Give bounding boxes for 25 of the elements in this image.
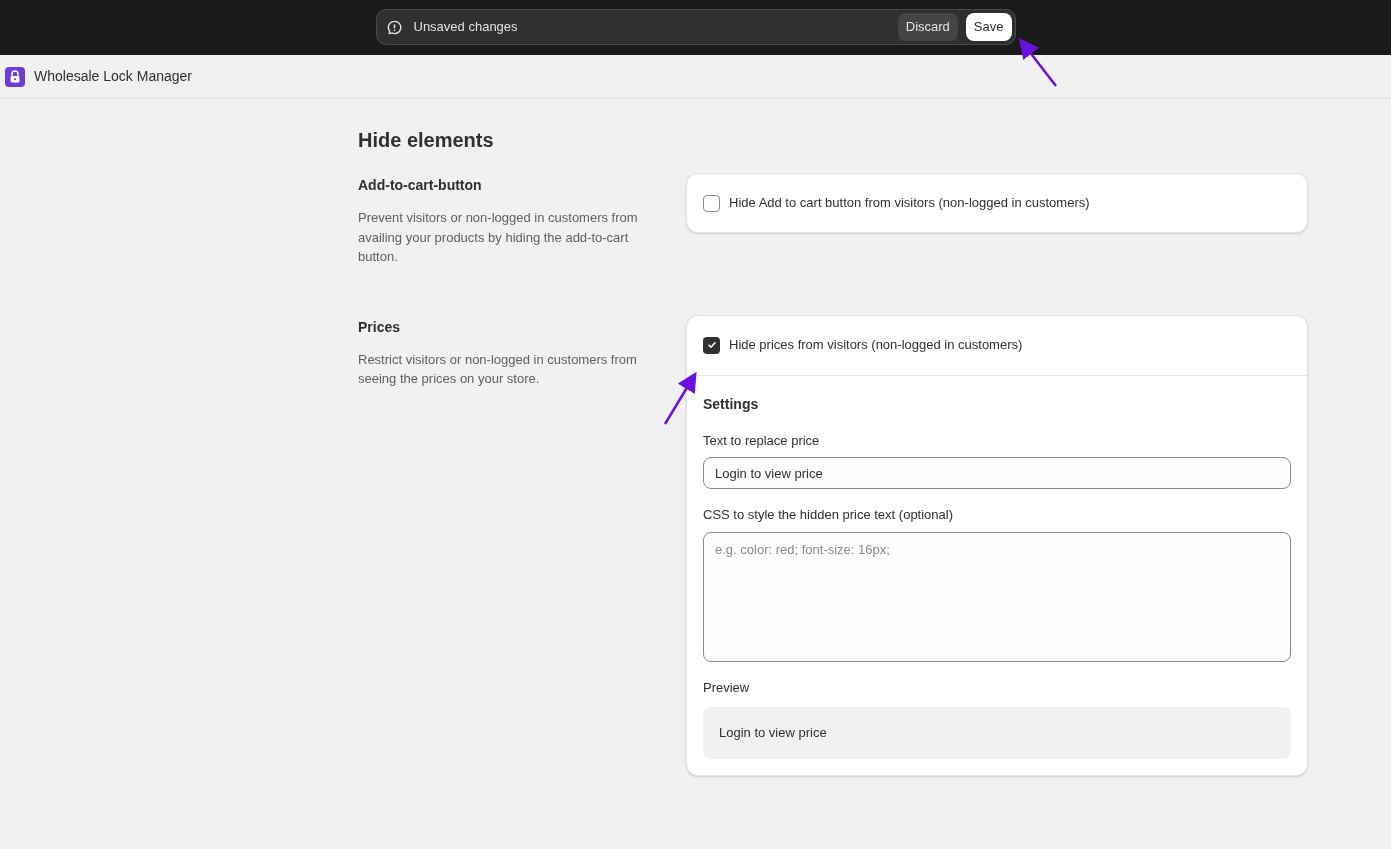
checkmark-icon	[706, 340, 717, 350]
text-field[interactable]: Login to view price	[703, 457, 1291, 489]
checkbox[interactable]	[703, 336, 720, 354]
save-button[interactable]: Save	[965, 13, 1012, 41]
annotation-arrow	[663, 371, 697, 425]
checkbox-label: Hide prices from visitors (non-logged in customers)	[729, 336, 1023, 355]
section-description: Prevent visitors or non-logged in customers from availing your products by hiding the add-to-cart button.	[358, 209, 639, 266]
alert-icon	[386, 19, 402, 35]
page-title: Hide elements	[358, 128, 495, 153]
section-title: Prices	[358, 317, 402, 337]
settings-title: Settings	[703, 394, 760, 414]
field-label: Text to replace price	[703, 431, 821, 450]
price-preview: Login to view price	[703, 707, 1291, 759]
unsaved-message: Unsaved changes	[413, 18, 519, 37]
css-textarea[interactable]: e.g. color: red; font-size: 16px;	[703, 531, 1291, 662]
section-title: Add-to-cart-button	[358, 176, 483, 195]
field-label: CSS to style the hidden price text (optional)	[703, 506, 955, 524]
checkbox-label: Hide Add to cart button from visitors (non-logged in customers)	[729, 194, 1090, 213]
discard-button[interactable]: Discard	[897, 13, 958, 41]
app-title: Wholesale Lock Manager	[34, 67, 192, 86]
field-label: Preview	[703, 678, 751, 697]
section-description: Restrict visitors or non-logged in customers from seeing the prices on your store.	[358, 350, 638, 388]
app-lock-icon	[5, 66, 25, 87]
checkbox[interactable]	[703, 194, 720, 212]
annotation-arrow	[1018, 38, 1057, 87]
